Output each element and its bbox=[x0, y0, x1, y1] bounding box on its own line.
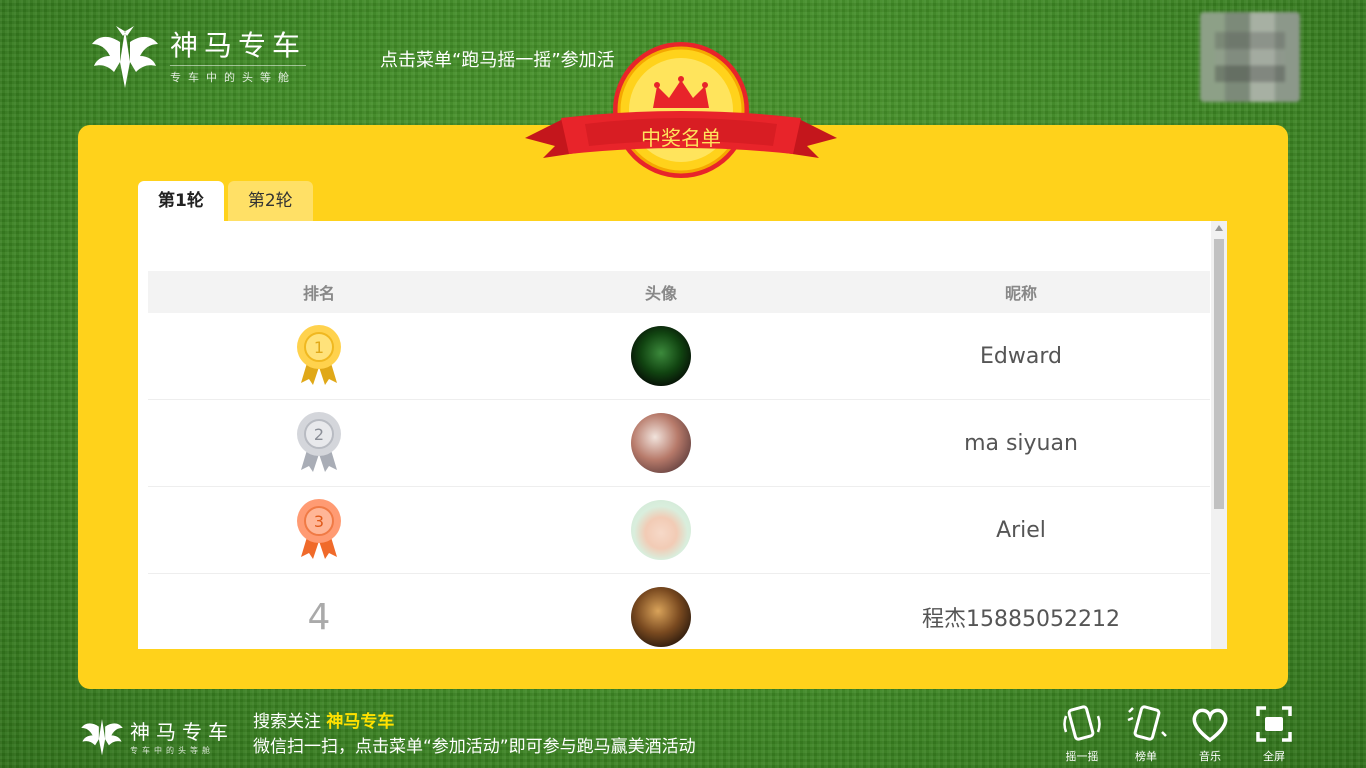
shake-phone-icon bbox=[1063, 705, 1101, 741]
footer-highlight: 神马专车 bbox=[326, 712, 395, 732]
shake-button[interactable]: 摇一摇 bbox=[1050, 702, 1114, 764]
scrollbar-thumb[interactable] bbox=[1214, 239, 1224, 509]
nickname: 程杰15885052212 bbox=[832, 573, 1210, 649]
footer-logo: 神马专车 专车中的头等舱 bbox=[80, 714, 234, 758]
rank-number: 4 bbox=[307, 596, 331, 638]
header-nickname: 昵称 bbox=[832, 271, 1210, 313]
nickname: ma siyuan bbox=[832, 399, 1210, 487]
avatar bbox=[631, 500, 691, 560]
winner-panel: 第1轮 第2轮 排名 头像 昵称 1 Edward 2 ma siyuan 3 … bbox=[78, 125, 1288, 689]
table-row: 4 程杰15885052212 bbox=[148, 573, 1210, 649]
ranking-button[interactable]: 榜单 bbox=[1114, 702, 1178, 764]
nickname: Edward bbox=[832, 313, 1210, 400]
scroll-up-arrow-icon[interactable] bbox=[1215, 225, 1223, 231]
medal-number: 1 bbox=[314, 338, 324, 357]
avatar bbox=[631, 413, 691, 473]
fullscreen-label: 全屏 bbox=[1263, 750, 1285, 763]
table-header-row: 排名 头像 昵称 bbox=[148, 271, 1210, 313]
table-row: 3 Ariel bbox=[148, 486, 1210, 574]
avatar bbox=[631, 326, 691, 386]
ranking-label: 榜单 bbox=[1135, 750, 1157, 763]
table-row: 2 ma siyuan bbox=[148, 399, 1210, 487]
medal-number: 2 bbox=[314, 425, 324, 444]
footer-line-2: 微信扫一扫，点击菜单“参加活动”即可参与跑马赢美酒活动 bbox=[253, 737, 696, 757]
music-label: 音乐 bbox=[1199, 750, 1221, 763]
header-rank: 排名 bbox=[148, 271, 490, 313]
round-tabs: 第1轮 第2轮 bbox=[138, 181, 317, 221]
music-heart-icon bbox=[1192, 708, 1228, 743]
winner-table: 排名 头像 昵称 1 Edward 2 ma siyuan 3 Ariel 4 … bbox=[148, 271, 1210, 649]
winner-list: 排名 头像 昵称 1 Edward 2 ma siyuan 3 Ariel 4 … bbox=[138, 221, 1227, 649]
winner-list-banner: 中奖名单 bbox=[525, 42, 837, 178]
list-scrollbar[interactable] bbox=[1211, 221, 1227, 649]
bronze-medal-icon: 3 bbox=[289, 493, 349, 561]
medal-number: 3 bbox=[314, 512, 324, 531]
silver-medal-icon: 2 bbox=[289, 406, 349, 474]
qr-code-image bbox=[1200, 12, 1300, 102]
footer-instructions: 搜索关注 神马专车 微信扫一扫，点击菜单“参加活动”即可参与跑马赢美酒活动 bbox=[253, 710, 696, 760]
fullscreen-icon bbox=[1256, 706, 1292, 742]
footer-brand-name: 神马专车 bbox=[130, 720, 234, 744]
footer-line-1-prefix: 搜索关注 bbox=[253, 712, 327, 732]
tab-round-1[interactable]: 第1轮 bbox=[138, 181, 224, 221]
fullscreen-button[interactable]: 全屏 bbox=[1242, 702, 1306, 764]
brand-name: 神马专车 bbox=[170, 28, 307, 62]
gold-medal-icon: 1 bbox=[289, 319, 349, 387]
footer-brand-slogan: 专车中的头等舱 bbox=[130, 746, 214, 755]
table-row: 1 Edward bbox=[148, 313, 1210, 400]
horse-wings-logo-icon bbox=[81, 719, 123, 756]
ranking-phone-icon bbox=[1127, 705, 1167, 741]
footer-toolbar: 摇一摇 榜单 音乐 全屏 bbox=[1050, 702, 1306, 764]
footer-line-1: 搜索关注 神马专车 bbox=[253, 710, 696, 735]
horse-wings-logo-icon bbox=[92, 26, 158, 88]
shake-label: 摇一摇 bbox=[1065, 750, 1099, 763]
nickname: Ariel bbox=[832, 486, 1210, 574]
music-button[interactable]: 音乐 bbox=[1178, 702, 1242, 764]
header-avatar: 头像 bbox=[490, 271, 832, 313]
banner-title: 中奖名单 bbox=[641, 126, 721, 150]
tab-round-2[interactable]: 第2轮 bbox=[227, 181, 313, 221]
brand-logo: 神马专车 专车中的头等舱 bbox=[90, 22, 307, 92]
avatar bbox=[631, 587, 691, 647]
brand-slogan: 专车中的头等舱 bbox=[170, 64, 307, 85]
